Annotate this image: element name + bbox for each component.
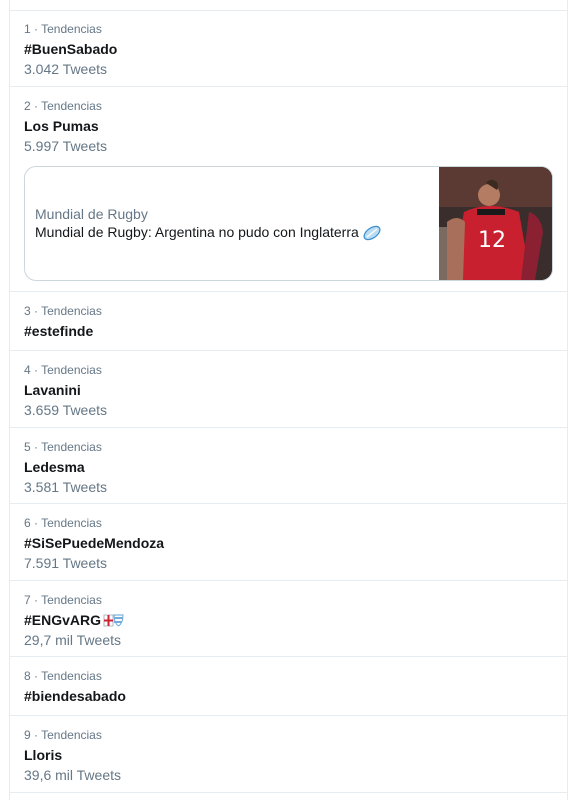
- trend-count: 39,6 mil Tweets: [24, 767, 122, 783]
- trend-name: #SiSePuedeMendoza: [24, 535, 165, 551]
- trend-item[interactable]: 7 · Tendencias #ENGvARG 29,7 mil Tweets: [10, 581, 567, 657]
- trend-meta: 9 · Tendencias: [24, 728, 102, 742]
- trend-count: 3.581 Tweets: [24, 479, 108, 495]
- trend-name: #ENGvARG: [24, 610, 553, 630]
- news-card-title-text: Mundial de Rugby: Argentina no pudo con …: [35, 224, 359, 240]
- trend-count: 29,7 mil Tweets: [24, 632, 122, 648]
- trend-meta: 2 · Tendencias: [24, 99, 102, 113]
- trend-item[interactable]: 5 · Tendencias Ledesma 3.581 Tweets: [10, 428, 567, 504]
- trend-name: Lavanini: [24, 382, 81, 398]
- trends-panel: 1 · Tendencias #BuenSabado 3.042 Tweets …: [9, 0, 568, 800]
- trend-name: Lloris: [24, 747, 63, 763]
- trend-name-text: #ENGvARG: [24, 612, 102, 628]
- trend-name: Ledesma: [24, 459, 85, 475]
- trend-count: 3.042 Tweets: [24, 61, 108, 77]
- rugby-player-image: 12: [439, 167, 552, 280]
- trend-name: #estefinde: [24, 323, 94, 339]
- trend-name: Los Pumas: [24, 118, 99, 134]
- trend-meta: 3 · Tendencias: [24, 304, 102, 318]
- news-card[interactable]: Mundial de Rugby Mundial de Rugby: Argen…: [24, 166, 553, 281]
- trend-meta: 6 · Tendencias: [24, 516, 102, 530]
- trend-item[interactable]: 4 · Tendencias Lavanini 3.659 Tweets: [10, 351, 567, 428]
- trend-count: 3.659 Tweets: [24, 402, 108, 418]
- trend-count: 7.591 Tweets: [24, 555, 108, 571]
- rugby-ball-icon: [363, 225, 381, 240]
- eng-arg-flag-icon: [103, 614, 124, 627]
- jersey-number: 12: [478, 228, 506, 253]
- trend-item[interactable]: 9 · Tendencias Lloris 39,6 mil Tweets: [10, 716, 567, 793]
- trend-meta: 7 · Tendencias: [24, 593, 102, 607]
- news-card-source: Mundial de Rugby: [35, 206, 148, 222]
- news-card-text: Mundial de Rugby Mundial de Rugby: Argen…: [25, 167, 439, 280]
- trend-name: #BuenSabado: [24, 41, 118, 57]
- trend-item[interactable]: 3 · Tendencias #estefinde: [10, 292, 567, 351]
- news-card-image: 12: [439, 167, 552, 280]
- trend-item[interactable]: 1 · Tendencias #BuenSabado 3.042 Tweets: [10, 11, 567, 87]
- trend-item[interactable]: 8 · Tendencias #biendesabado: [10, 657, 567, 716]
- trend-count: 5.997 Tweets: [24, 138, 108, 154]
- trend-meta: 1 · Tendencias: [24, 22, 102, 36]
- news-card-title: Mundial de Rugby: Argentina no pudo con …: [35, 223, 429, 242]
- trend-meta: 8 · Tendencias: [24, 669, 102, 683]
- trend-name: #biendesabado: [24, 688, 126, 704]
- trend-item[interactable]: 2 · Tendencias Los Pumas 5.997 Tweets Mu…: [10, 87, 567, 292]
- trend-item[interactable]: 6 · Tendencias #SiSePuedeMendoza 7.591 T…: [10, 504, 567, 581]
- trend-meta: 5 · Tendencias: [24, 440, 102, 454]
- trend-meta: 4 · Tendencias: [24, 363, 102, 377]
- divider: [10, 0, 567, 11]
